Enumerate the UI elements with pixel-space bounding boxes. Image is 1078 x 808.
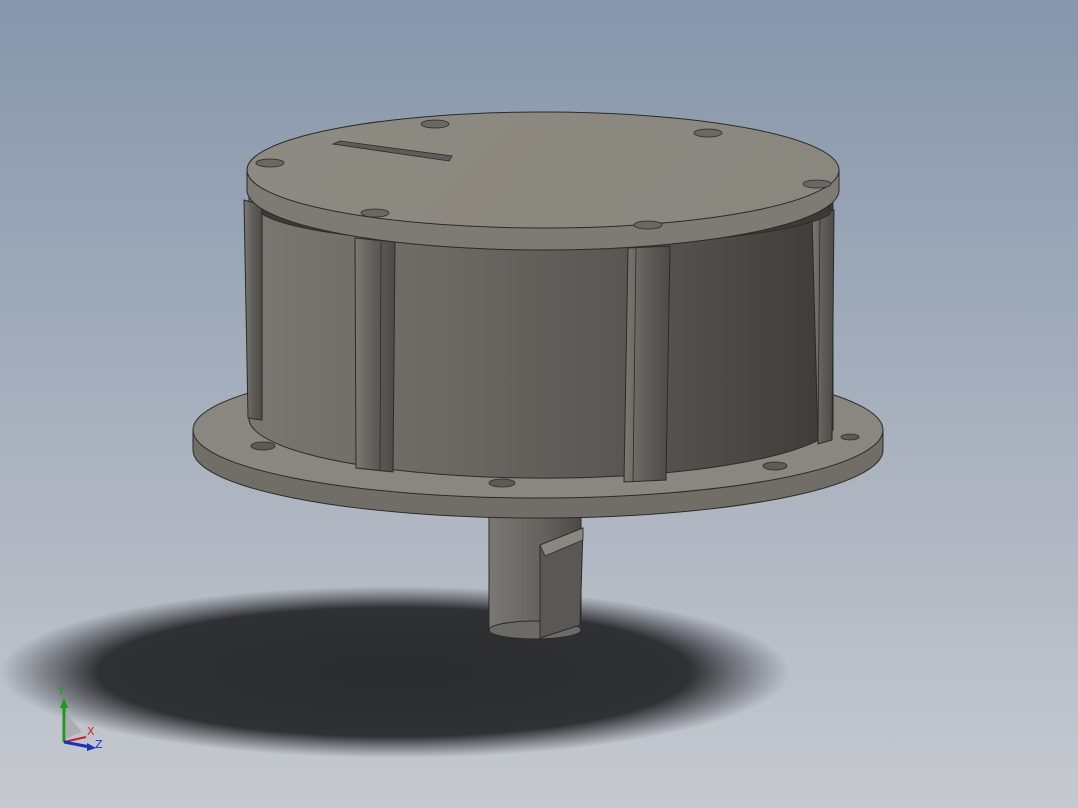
top-cover[interactable]	[247, 112, 839, 250]
shaft[interactable]	[489, 505, 583, 639]
floor-shadow	[0, 586, 790, 758]
z-axis-label: Z	[95, 739, 103, 750]
view-orientation-triad: Y X Z	[52, 684, 108, 754]
graphics-viewport[interactable]: Y X Z	[0, 0, 1078, 808]
housing-rib	[624, 246, 670, 482]
y-axis-label: Y	[58, 686, 65, 697]
z-axis-arrow	[64, 742, 90, 747]
x-axis-label: X	[87, 726, 95, 737]
housing-rib	[355, 238, 395, 472]
model-view[interactable]	[0, 0, 1078, 808]
